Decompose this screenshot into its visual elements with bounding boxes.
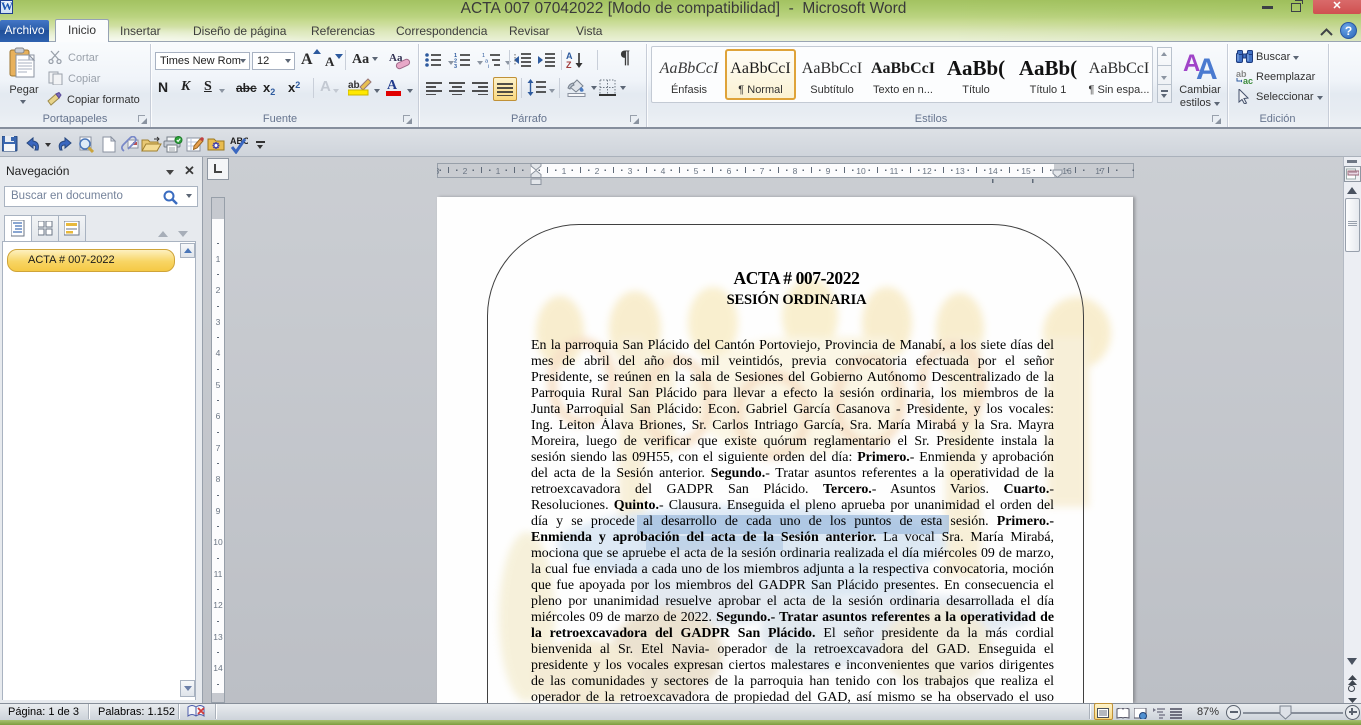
svg-text:7: 7 <box>216 443 221 453</box>
svg-text:2: 2 <box>463 166 468 176</box>
svg-text:ab: ab <box>348 80 360 91</box>
svg-text:7: 7 <box>760 166 765 176</box>
svg-text:4: 4 <box>661 166 666 176</box>
svg-text:13: 13 <box>213 632 223 642</box>
svg-text:3: 3 <box>628 166 633 176</box>
svg-text:9: 9 <box>216 506 221 516</box>
svg-text:Z: Z <box>566 60 572 70</box>
svg-text:12: 12 <box>922 166 932 176</box>
svg-text:2: 2 <box>216 285 221 295</box>
svg-text:5: 5 <box>694 166 699 176</box>
svg-text:10: 10 <box>856 166 866 176</box>
svg-text:16: 16 <box>1062 166 1072 176</box>
svg-text:1: 1 <box>562 166 567 176</box>
svg-text:8: 8 <box>216 474 221 484</box>
svg-text:i: i <box>488 64 489 68</box>
svg-text:A: A <box>1196 53 1217 81</box>
svg-text:3: 3 <box>216 317 221 327</box>
svg-text:14: 14 <box>213 663 223 673</box>
svg-text:9: 9 <box>826 166 831 176</box>
svg-text:14: 14 <box>988 166 998 176</box>
svg-text:11: 11 <box>890 166 899 176</box>
svg-text:ac: ac <box>1243 76 1253 85</box>
svg-text:4: 4 <box>216 348 221 358</box>
svg-text:13: 13 <box>955 166 965 176</box>
svg-text:12: 12 <box>213 600 223 610</box>
svg-text:1: 1 <box>216 254 221 264</box>
svg-text:6: 6 <box>727 166 732 176</box>
svg-text:3: 3 <box>454 64 457 68</box>
svg-text:2: 2 <box>595 166 600 176</box>
svg-text:17: 17 <box>1095 166 1105 176</box>
svg-text:5: 5 <box>216 380 221 390</box>
svg-text:10: 10 <box>213 537 223 547</box>
svg-text:A: A <box>387 78 398 93</box>
svg-text:6: 6 <box>216 411 221 421</box>
svg-text:3: 3 <box>437 166 440 176</box>
svg-text:15: 15 <box>1021 166 1031 176</box>
svg-text:8: 8 <box>793 166 798 176</box>
svg-text:1: 1 <box>496 166 501 176</box>
svg-text:11: 11 <box>214 569 223 579</box>
